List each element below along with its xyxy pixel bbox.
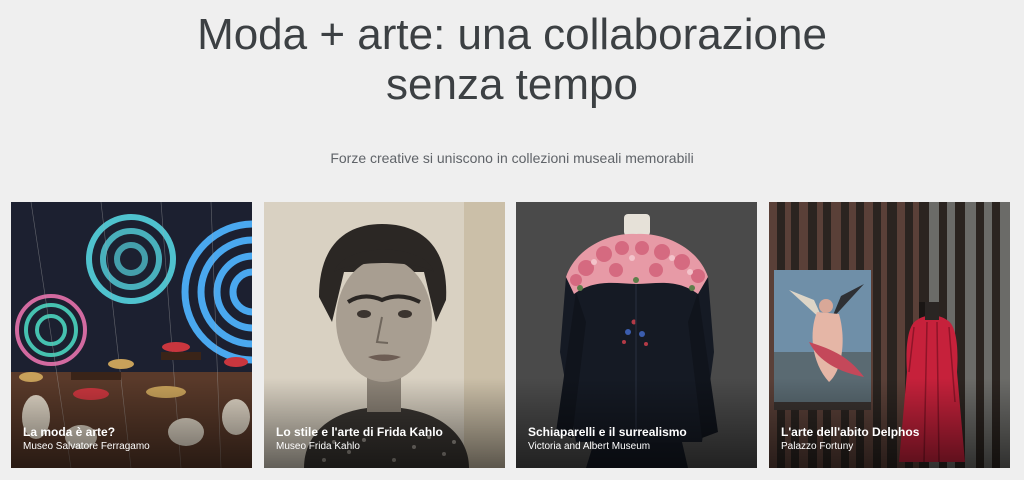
card-title: Schiaparelli e il surrealismo (528, 425, 687, 439)
caption-gradient (769, 378, 1010, 468)
card-caption: L'arte dell'abito Delphos Palazzo Fortun… (781, 424, 1002, 454)
story-card-delphos[interactable]: L'arte dell'abito Delphos Palazzo Fortun… (769, 202, 1010, 468)
caption-gradient (516, 378, 757, 468)
card-subtitle: Palazzo Fortuny (781, 441, 854, 452)
card-title: L'arte dell'abito Delphos (781, 425, 920, 439)
card-caption: Schiaparelli e il surrealismo Victoria a… (528, 424, 749, 454)
card-title: Lo stile e l'arte di Frida Kahlo (276, 425, 443, 439)
page-title: Moda + arte: una collaborazione senza te… (0, 10, 1024, 110)
card-subtitle: Museo Frida Kahlo (276, 441, 360, 452)
story-card-ferragamo[interactable]: La moda è arte? Museo Salvatore Ferragam… (11, 202, 252, 468)
card-caption: La moda è arte? Museo Salvatore Ferragam… (23, 424, 244, 454)
story-card-frida-kahlo[interactable]: Lo stile e l'arte di Frida Kahlo Museo F… (264, 202, 505, 468)
caption-gradient (11, 378, 252, 468)
card-subtitle: Victoria and Albert Museum (528, 441, 651, 452)
card-subtitle: Museo Salvatore Ferragamo (23, 441, 150, 452)
page-title-line-2: senza tempo (386, 60, 638, 109)
page-title-line-1: Moda + arte: una collaborazione (197, 10, 827, 59)
card-caption: Lo stile e l'arte di Frida Kahlo Museo F… (276, 424, 497, 454)
page-subtitle: Forze creative si uniscono in collezioni… (330, 150, 694, 166)
card-title: La moda è arte? (23, 425, 116, 439)
caption-gradient (264, 378, 505, 468)
story-card-schiaparelli[interactable]: Schiaparelli e il surrealismo Victoria a… (516, 202, 757, 468)
story-cards: La moda è arte? Museo Salvatore Ferragam… (11, 202, 1011, 468)
